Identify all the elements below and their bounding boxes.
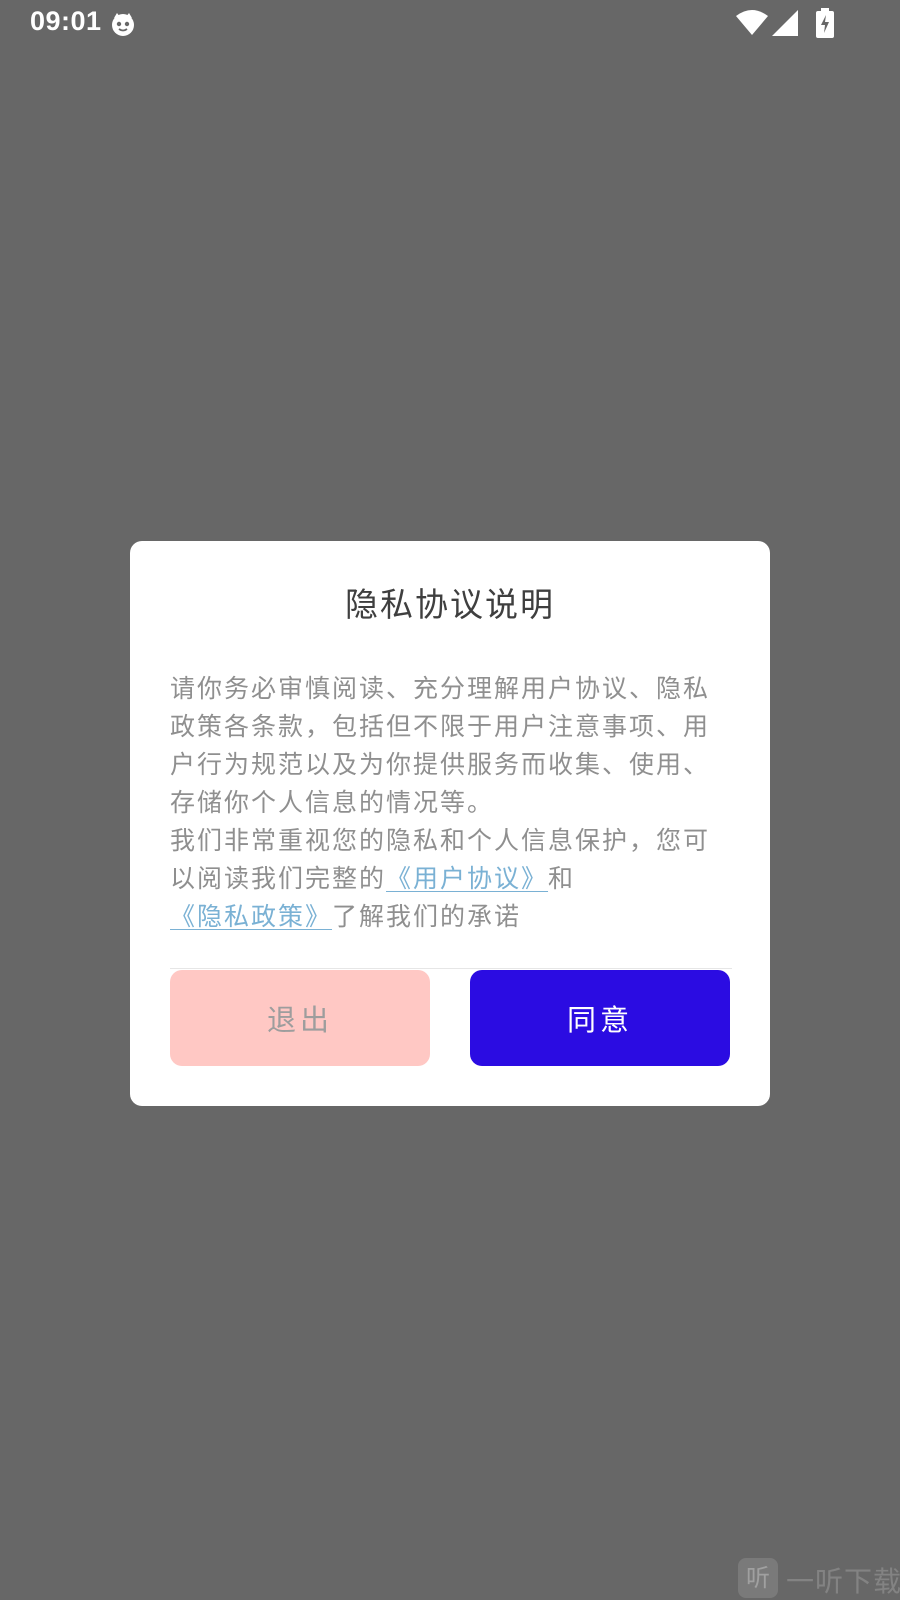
- cat-face-icon: [110, 11, 136, 37]
- watermark: 听 一听下载: [738, 1558, 900, 1600]
- status-icons: [736, 8, 846, 40]
- dialog-divider: [170, 968, 732, 969]
- status-bar: 09:01: [0, 0, 900, 48]
- agree-button[interactable]: 同意: [470, 970, 730, 1066]
- privacy-policy-link[interactable]: 《隐私政策》: [170, 902, 332, 931]
- dialog-paragraph-1: 请你务必审慎阅读、充分理解用户协议、隐私政策各条款，包括但不限于用户注意事项、用…: [170, 674, 711, 817]
- cell-signal-icon: [772, 10, 798, 36]
- paragraph-2-and: 和: [548, 864, 576, 893]
- watermark-logo-icon: 听: [738, 1558, 778, 1598]
- exit-button[interactable]: 退出: [170, 970, 430, 1066]
- paragraph-2-suffix: 了解我们的承诺: [332, 902, 522, 931]
- privacy-dialog: 隐私协议说明 请你务必审慎阅读、充分理解用户协议、隐私政策各条款，包括但不限于用…: [130, 541, 770, 1106]
- dialog-title: 隐私协议说明: [345, 585, 555, 624]
- watermark-text: 一听下载: [786, 1565, 900, 1598]
- dialog-body: 请你务必审慎阅读、充分理解用户协议、隐私政策各条款，包括但不限于用户注意事项、用…: [170, 670, 732, 936]
- wifi-icon: [736, 10, 768, 35]
- user-agreement-link[interactable]: 《用户协议》: [386, 864, 548, 893]
- battery-charging-icon: [816, 8, 834, 38]
- status-time: 09:01: [30, 6, 102, 36]
- dialog-paragraph-2: 我们非常重视您的隐私和个人信息保护，您可以阅读我们完整的《用户协议》和《隐私政策…: [170, 822, 732, 936]
